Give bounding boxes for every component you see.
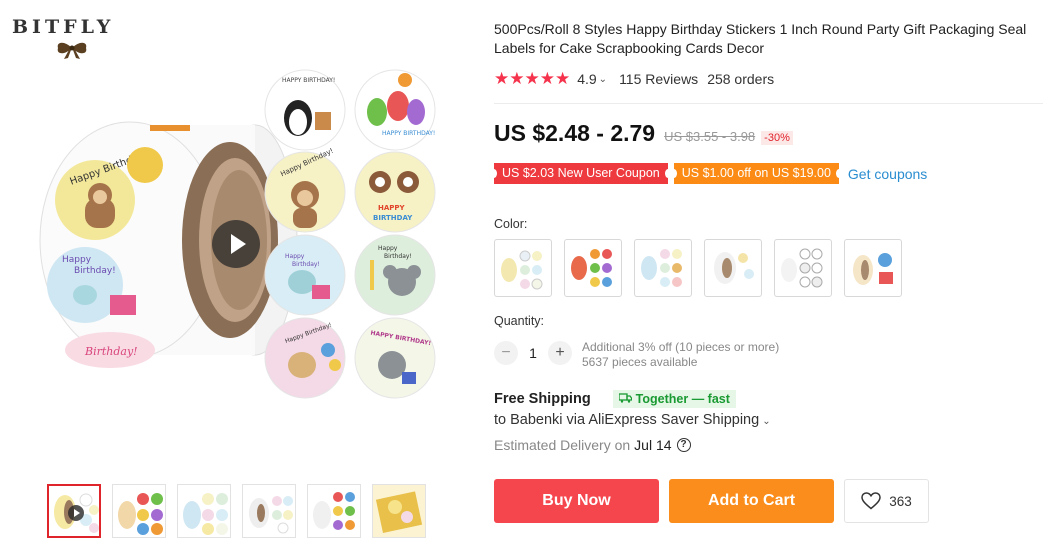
- play-video-button[interactable]: [212, 220, 260, 268]
- sticker-text-owl-1: HAPPY: [378, 204, 406, 212]
- sticker-text-owl-2: BIRTHDAY: [373, 214, 413, 222]
- quantity-increase-button[interactable]: +: [548, 341, 572, 365]
- quantity-input[interactable]: [518, 341, 548, 365]
- play-icon: [68, 505, 84, 521]
- thumbnail-strip: [47, 484, 426, 538]
- quantity-stepper: − +: [494, 341, 572, 365]
- sticker-text-penguin: HAPPY BIRTHDAY!: [282, 77, 335, 84]
- chevron-down-icon: ⌄: [762, 416, 771, 427]
- color-option-3[interactable]: [634, 239, 692, 297]
- discount-badge: -30%: [761, 131, 793, 145]
- brand-logo[interactable]: BITFLY: [10, 16, 135, 60]
- roll-sticker-text-2: Happy: [62, 255, 92, 265]
- divider: [494, 103, 1043, 104]
- star-rating-icon: ★★★★★: [494, 69, 571, 88]
- new-user-coupon[interactable]: US $2.03 New User Coupon: [491, 163, 671, 184]
- current-price: US $2.48 - 2.79: [494, 120, 656, 146]
- get-coupons-link[interactable]: Get coupons: [848, 166, 927, 182]
- thumbnail-3[interactable]: [177, 484, 231, 538]
- rating-row: ★★★★★ 4.9 ⌄ 115 Reviews 258 orders: [494, 69, 774, 89]
- together-badge-text: Together — fast: [635, 392, 730, 406]
- stock-available-text: 5637 pieces available: [582, 354, 698, 369]
- original-price: US $3.55 - 3.98: [664, 129, 756, 144]
- color-option-5[interactable]: [774, 239, 832, 297]
- free-shipping-label: Free Shipping: [494, 391, 591, 407]
- sticker-text-mouse-2: Birthday!: [292, 261, 320, 268]
- thumbnail-5[interactable]: [307, 484, 361, 538]
- color-option-1[interactable]: [494, 239, 552, 297]
- sticker-text-mouse-1: Happy: [285, 253, 305, 260]
- together-fast-badge: Together — fast: [612, 390, 736, 408]
- shipping-destination-text: to Babenki via AliExpress Saver Shipping: [494, 412, 760, 428]
- thumbnail-4[interactable]: [242, 484, 296, 538]
- estimated-delivery-date: Jul 14: [634, 437, 672, 453]
- rating-score[interactable]: 4.9: [577, 71, 596, 87]
- store-coupon[interactable]: US $1.00 off on US $19.00: [670, 163, 843, 184]
- wishlist-button[interactable]: 363: [844, 479, 929, 523]
- sticker-text-koala-2: Birthday!: [384, 253, 412, 260]
- price-row: US $2.48 - 2.79 US $3.55 - 3.98 -30%: [494, 120, 793, 147]
- add-to-cart-button[interactable]: Add to Cart: [669, 479, 834, 523]
- shipping-row: Free Shipping Together — fast: [494, 390, 736, 408]
- coupon-row: US $2.03 New User Coupon US $1.00 off on…: [491, 163, 927, 184]
- color-options: [494, 239, 902, 297]
- roll-sticker-text-4: Birthday!: [84, 345, 138, 358]
- thumbnail-2[interactable]: [112, 484, 166, 538]
- sticker-text-koala-1: Happy: [378, 245, 398, 252]
- quantity-info: Additional 3% off (10 pieces or more) 56…: [582, 340, 779, 369]
- color-option-6[interactable]: [844, 239, 902, 297]
- brand-name: BITFLY: [12, 16, 115, 38]
- color-option-2[interactable]: [564, 239, 622, 297]
- roll-sticker-text-3: Birthday!: [74, 266, 116, 276]
- product-title: 500Pcs/Roll 8 Styles Happy Birthday Stic…: [494, 21, 1027, 56]
- quantity-decrease-button[interactable]: −: [494, 341, 518, 365]
- estimated-delivery-label: Estimated Delivery on: [494, 437, 631, 453]
- bulk-discount-text: Additional 3% off (10 pieces or more): [582, 340, 780, 354]
- quantity-label: Quantity:: [494, 314, 545, 328]
- sticker-text-monsters: HAPPY BIRTHDAY!: [382, 130, 435, 137]
- truck-icon: [618, 392, 632, 406]
- orders-count: 258 orders: [707, 71, 775, 87]
- thumbnail-1[interactable]: [47, 484, 101, 538]
- chevron-down-icon[interactable]: ⌄: [599, 74, 607, 85]
- color-option-4[interactable]: [704, 239, 762, 297]
- help-icon[interactable]: ?: [676, 438, 691, 452]
- color-label: Color:: [494, 217, 528, 231]
- shipping-destination[interactable]: to Babenki via AliExpress Saver Shipping…: [494, 412, 771, 428]
- estimated-delivery: Estimated Delivery on Jul 14 ?: [494, 437, 691, 453]
- thumbnail-6[interactable]: [372, 484, 426, 538]
- wishlist-count: 363: [889, 493, 912, 509]
- heart-icon: [861, 492, 881, 510]
- bow-icon: [57, 42, 87, 59]
- reviews-link[interactable]: 115 Reviews: [619, 71, 698, 87]
- buy-now-button[interactable]: Buy Now: [494, 479, 659, 523]
